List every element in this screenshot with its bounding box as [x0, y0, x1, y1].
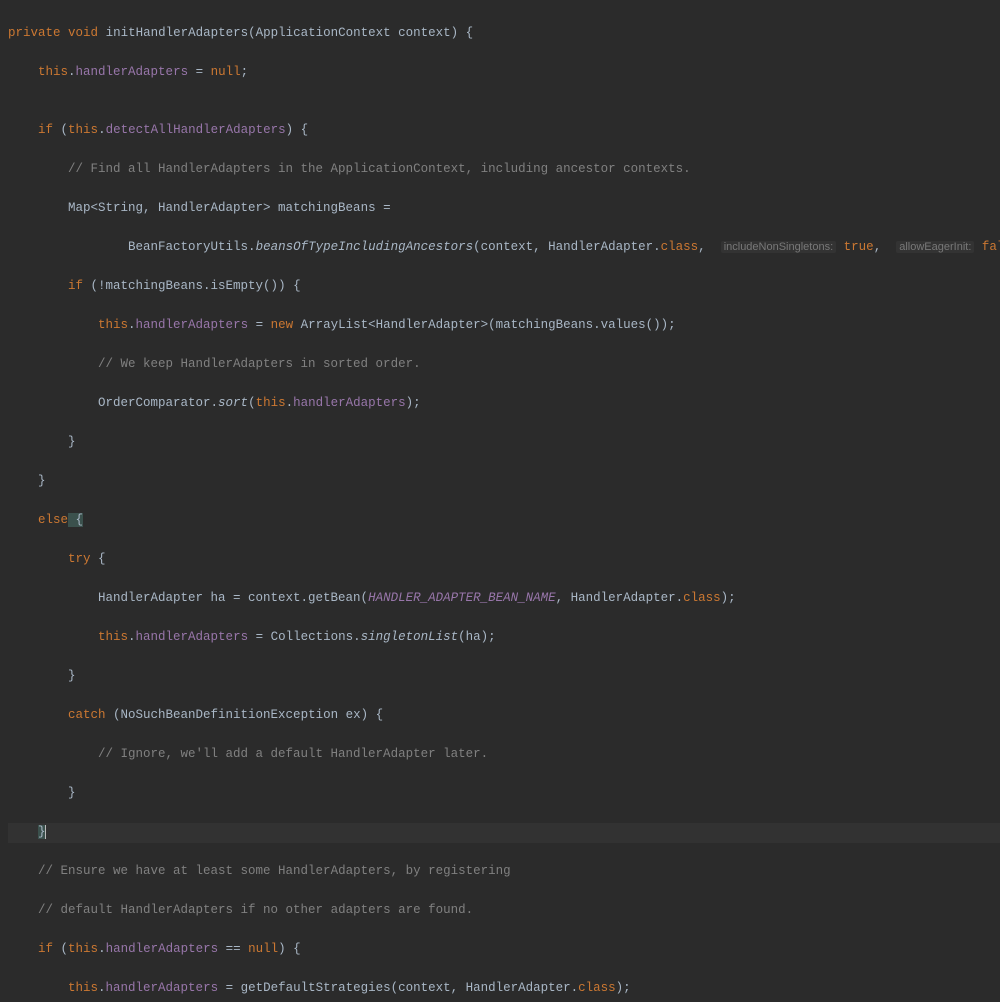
code-line: this.handlerAdapters = null; — [8, 63, 1000, 83]
code-line: OrderComparator.sort(this.handlerAdapter… — [8, 394, 1000, 414]
code-line: else { — [8, 511, 1000, 531]
code-line: Map<String, HandlerAdapter> matchingBean… — [8, 199, 1000, 219]
code-line: // Find all HandlerAdapters in the Appli… — [8, 160, 1000, 180]
code-line: // We keep HandlerAdapters in sorted ord… — [8, 355, 1000, 375]
code-line: // Ensure we have at least some HandlerA… — [8, 862, 1000, 882]
code-line: this.handlerAdapters = new ArrayList<Han… — [8, 316, 1000, 336]
code-line: // Ignore, we'll add a default HandlerAd… — [8, 745, 1000, 765]
code-line: catch (NoSuchBeanDefinitionException ex)… — [8, 706, 1000, 726]
code-line: BeanFactoryUtils.beansOfTypeIncludingAnc… — [8, 238, 1000, 258]
code-editor[interactable]: private void initHandlerAdapters(Applica… — [0, 0, 1000, 1002]
code-line: if (!matchingBeans.isEmpty()) { — [8, 277, 1000, 297]
code-line: // default HandlerAdapters if no other a… — [8, 901, 1000, 921]
code-line: HandlerAdapter ha = context.getBean(HAND… — [8, 589, 1000, 609]
code-line: } — [8, 472, 1000, 492]
caret — [45, 825, 46, 839]
code-line: } — [8, 667, 1000, 687]
code-line: this.handlerAdapters = Collections.singl… — [8, 628, 1000, 648]
param-hint: includeNonSingletons: — [721, 241, 836, 253]
code-line: if (this.handlerAdapters == null) { — [8, 940, 1000, 960]
code-line: if (this.detectAllHandlerAdapters) { — [8, 121, 1000, 141]
code-line: } — [8, 784, 1000, 804]
param-hint: allowEagerInit: — [896, 241, 974, 253]
code-line: } — [8, 433, 1000, 453]
code-line: private void initHandlerAdapters(Applica… — [8, 24, 1000, 44]
code-line: this.handlerAdapters = getDefaultStrateg… — [8, 979, 1000, 999]
code-line-cursor: } — [8, 823, 1000, 843]
code-line: try { — [8, 550, 1000, 570]
